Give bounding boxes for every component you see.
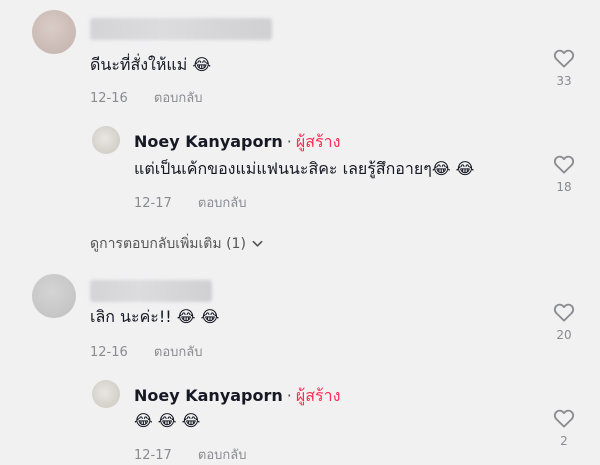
comment-text: ดีนะที่สั่งให้แม่ 😂 (90, 55, 212, 74)
comment-meta: 12-16 ตอบกลับ (90, 87, 203, 108)
creator-avatar[interactable] (92, 126, 120, 154)
creator-badge: ผู้สร้าง (295, 386, 341, 405)
heart-outline-icon[interactable] (552, 48, 576, 68)
commenter-name-redacted[interactable] (90, 280, 212, 302)
commenter-avatar[interactable] (32, 10, 76, 54)
reply-text: แต่เป็นเค้กของแม่แฟนนะสิคะ เลยรู้สึกอายๆ… (134, 159, 475, 178)
author-name[interactable]: Noey Kanyaporn (134, 386, 283, 405)
comment-meta: 12-16 ตอบกลับ (90, 341, 203, 362)
heart-outline-icon[interactable] (552, 302, 576, 322)
view-more-label: ดูการตอบกลับเพิ่มเติม (1) (90, 236, 246, 252)
reply-button[interactable]: ตอบกลับ (154, 345, 203, 360)
like-button[interactable]: 2 (552, 408, 576, 448)
author-name[interactable]: Noey Kanyaporn (134, 132, 283, 151)
commenter-avatar[interactable] (32, 274, 76, 318)
heart-outline-icon[interactable] (552, 154, 576, 174)
heart-outline-icon[interactable] (552, 408, 576, 428)
reply-date: 12-17 (134, 448, 172, 463)
like-button[interactable]: 20 (552, 302, 576, 342)
separator-dot: · (286, 132, 292, 151)
like-count: 20 (556, 328, 572, 342)
like-button[interactable]: 33 (552, 48, 576, 88)
comment-text: เลิก นะค่ะ!! 😂 😂 (90, 307, 220, 326)
view-more-replies-button[interactable]: ดูการตอบกลับเพิ่มเติม (1) (90, 233, 263, 255)
chevron-down-icon (252, 238, 263, 251)
reply-date: 12-17 (134, 196, 172, 211)
comment-date: 12-16 (90, 345, 128, 360)
like-button[interactable]: 18 (552, 154, 576, 194)
creator-badge: ผู้สร้าง (295, 132, 341, 151)
reply-button[interactable]: ตอบกลับ (198, 196, 247, 211)
like-count: 18 (556, 180, 572, 194)
like-count: 33 (556, 74, 572, 88)
creator-avatar[interactable] (92, 380, 120, 408)
reply-text: 😂 😂 😂 (134, 411, 201, 430)
reply-button[interactable]: ตอบกลับ (154, 91, 203, 106)
like-count: 2 (560, 434, 568, 448)
comment-date: 12-16 (90, 91, 128, 106)
reply-author-line: Noey Kanyaporn · ผู้สร้าง (134, 130, 340, 155)
separator-dot: · (286, 386, 292, 405)
commenter-name-redacted[interactable] (90, 18, 272, 40)
reply-meta: 12-17 ตอบกลับ (134, 192, 247, 213)
reply-meta: 12-17 ตอบกลับ (134, 444, 247, 465)
reply-button[interactable]: ตอบกลับ (198, 448, 247, 463)
reply-author-line: Noey Kanyaporn · ผู้สร้าง (134, 384, 340, 409)
